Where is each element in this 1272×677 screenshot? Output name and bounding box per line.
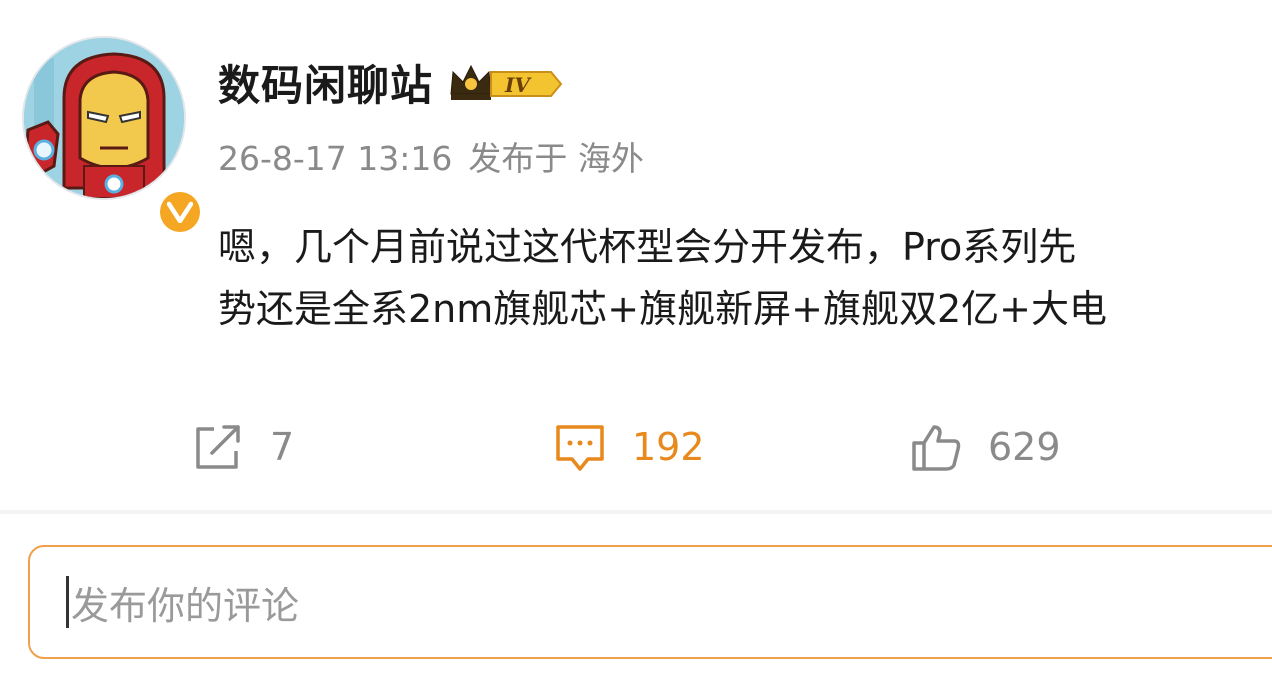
like-button[interactable]: 629 bbox=[910, 412, 1061, 482]
comment-count: 192 bbox=[632, 425, 705, 469]
post-content-line-1: 嗯，几个月前说过这代杯型会分开发布，Pro系列先 bbox=[218, 225, 1077, 269]
user-level-badge[interactable]: IV bbox=[447, 60, 565, 104]
post-actions-bar: 7 192 629 bbox=[0, 412, 1272, 482]
repost-icon bbox=[196, 425, 240, 469]
author-name[interactable]: 数码闲聊站 bbox=[218, 52, 433, 113]
comment-placeholder: 发布你的评论 bbox=[71, 583, 300, 628]
level-text: IV bbox=[504, 73, 532, 97]
author-header: 数码闲聊站 IV bbox=[218, 52, 565, 112]
post-location: 发布于 海外 bbox=[468, 139, 644, 178]
post-timestamp: 26-8-17 13:16 bbox=[218, 139, 453, 178]
verified-badge bbox=[156, 188, 204, 236]
avatar-image bbox=[22, 36, 186, 200]
repost-count: 7 bbox=[270, 425, 295, 469]
author-avatar[interactable] bbox=[22, 36, 204, 236]
comment-button[interactable]: 192 bbox=[554, 412, 705, 482]
post-content[interactable]: 嗯，几个月前说过这代杯型会分开发布，Pro系列先 势还是全系2nm旗舰芯+旗舰新… bbox=[218, 216, 1272, 340]
like-count: 629 bbox=[988, 425, 1061, 469]
text-caret bbox=[66, 576, 69, 628]
crown-level-icon: IV bbox=[450, 64, 563, 100]
weibo-post: 数码闲聊站 IV 26-8-17 13:16 发布于 海外 嗯，几个月前说过这代杯… bbox=[0, 0, 1272, 510]
comment-icon bbox=[556, 425, 604, 471]
section-divider bbox=[0, 510, 1272, 514]
post-meta: 26-8-17 13:16 发布于 海外 bbox=[218, 132, 644, 180]
thumbs-up-icon bbox=[912, 425, 961, 471]
post-content-line-2: 势还是全系2nm旗舰芯+旗舰新屏+旗舰双2亿+大电 bbox=[218, 287, 1107, 331]
verified-v-icon bbox=[167, 201, 193, 223]
repost-button[interactable]: 7 bbox=[192, 412, 294, 482]
ironman-avatar-icon bbox=[24, 38, 184, 198]
comment-input[interactable]: 发布你的评论 bbox=[28, 545, 1272, 659]
